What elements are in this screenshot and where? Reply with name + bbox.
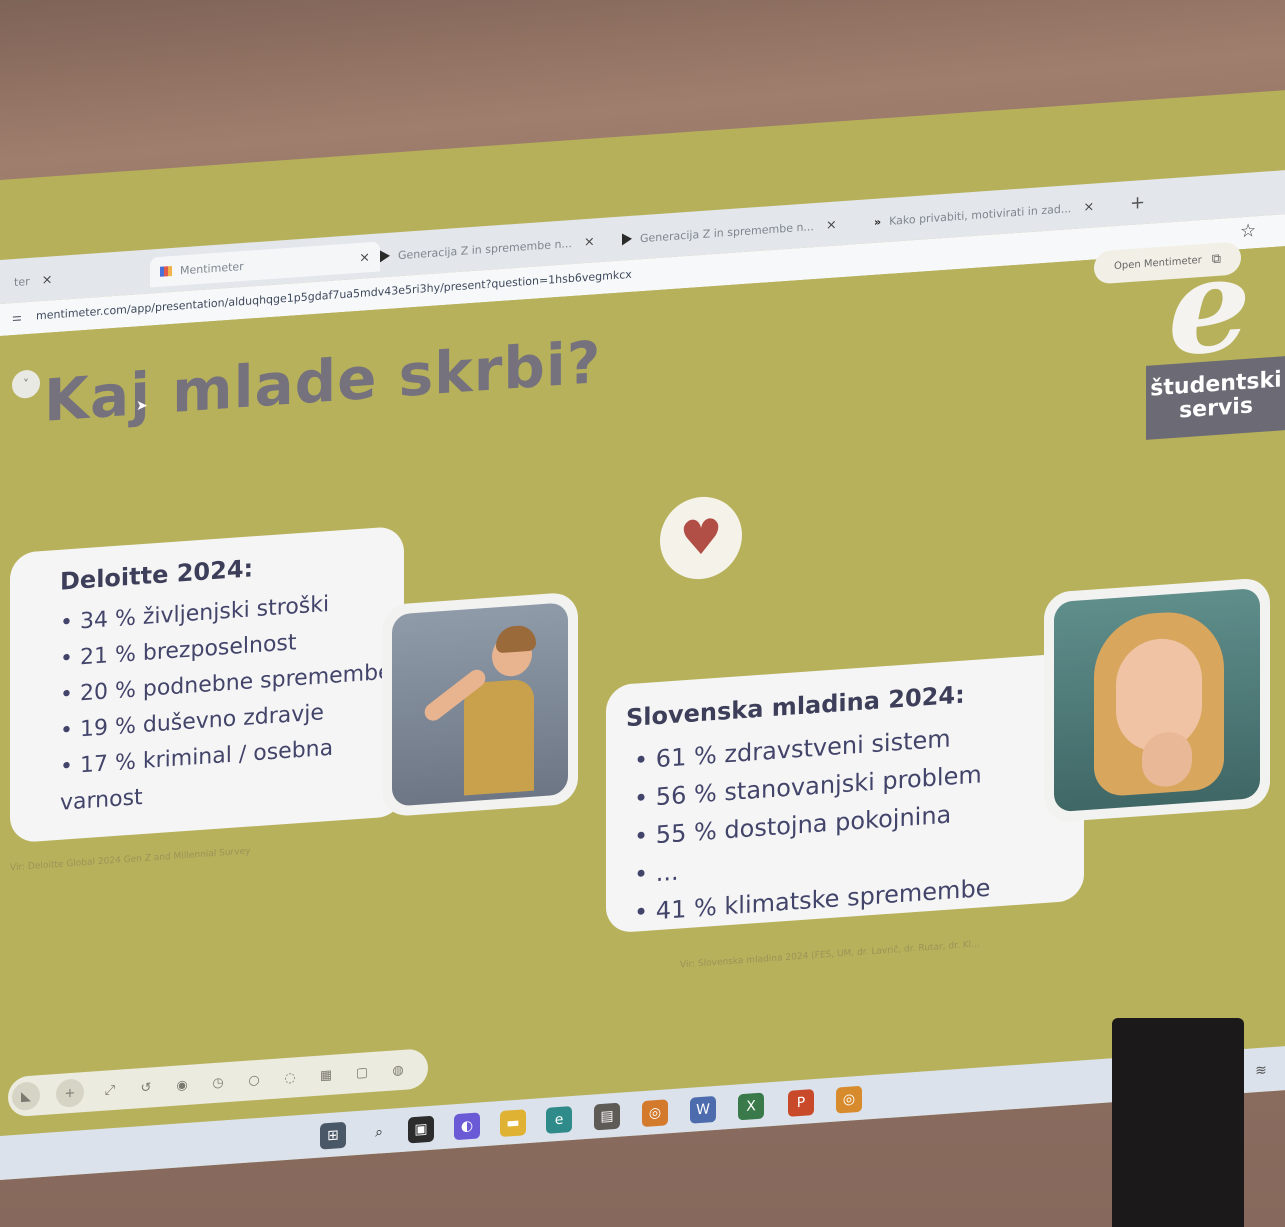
slide: ˅ Kaj mlade skrbi? Open Mentimeter ⧉ e š… <box>0 227 1285 1136</box>
edge-icon[interactable]: e <box>546 1106 572 1134</box>
slide-title: Kaj mlade skrbi? <box>44 327 602 435</box>
site-settings-icon[interactable]: ⚌ <box>12 310 22 324</box>
close-icon[interactable]: × <box>42 272 53 288</box>
tab-label: Generacija Z in spremembe n... <box>398 236 572 262</box>
logo-box: študentski servis <box>1146 356 1285 440</box>
photo-thinking-woman <box>1044 577 1270 823</box>
mentimeter-menu-icon[interactable]: ◣ <box>12 1081 40 1112</box>
source-note-1: Vir: Deloitte Global 2024 Gen Z and Mill… <box>10 846 251 874</box>
close-icon[interactable]: × <box>1083 199 1094 215</box>
tab-label: Generacija Z in spremembe n... <box>640 219 814 245</box>
play-icon <box>622 232 632 246</box>
qa-icon[interactable]: ○ <box>244 1070 264 1091</box>
collapse-button[interactable]: ˅ <box>12 369 40 400</box>
fullscreen-icon[interactable]: ⤢ <box>100 1080 120 1101</box>
photo-image <box>392 602 568 807</box>
mladina-list: 61 % zdravstveni sistem 56 % stanovanjsk… <box>634 717 991 932</box>
play-icon <box>380 249 390 263</box>
heart-icon: ♥ <box>679 508 723 568</box>
mouse-cursor-icon: ➤ <box>136 398 148 414</box>
presentation-toolbar: ◣ + ⤢ ↺ ◉ ◷ ○ ◌ ▦ ▢ ◍ <box>8 1048 428 1118</box>
close-icon[interactable]: × <box>359 250 370 266</box>
mentimeter-icon <box>160 265 172 277</box>
grid-icon[interactable]: ▦ <box>316 1065 336 1086</box>
figure-body <box>464 678 534 796</box>
deloitte-card: Deloitte 2024: 34 % življenjski stroški … <box>10 525 404 844</box>
tab-1[interactable]: ter × <box>4 264 63 298</box>
figure-hair <box>496 624 536 654</box>
source-note-2: Vir: Slovenska mladina 2024 (FES, UM, dr… <box>680 939 980 971</box>
photo-shouting-woman <box>382 591 578 818</box>
card-title: Deloitte 2024: <box>60 554 254 596</box>
store-icon[interactable]: ▤ <box>594 1102 620 1131</box>
close-icon[interactable]: × <box>826 217 837 233</box>
tab-label: Kako privabiti, motivirati in zad... <box>889 201 1072 228</box>
chevron-double-icon: » <box>874 214 882 229</box>
slovenska-mladina-card: Slovenska mladina 2024: 61 % zdravstveni… <box>606 652 1084 934</box>
wifi-icon[interactable]: ≋ <box>1248 1057 1274 1085</box>
hide-results-icon[interactable]: ◉ <box>172 1075 192 1096</box>
search-icon[interactable]: ⌕ <box>366 1119 392 1147</box>
new-tab-button[interactable]: + <box>1130 192 1145 214</box>
photo-image <box>1054 587 1260 813</box>
chat-icon[interactable]: ◐ <box>454 1112 480 1141</box>
excel-icon[interactable]: X <box>738 1092 764 1121</box>
deloitte-list: 34 % življenjski stroški 21 % brezposeln… <box>60 582 404 822</box>
tab-label: Mentimeter <box>180 259 244 277</box>
speaker-object <box>1112 1018 1244 1227</box>
projected-screen: ter × Mentimeter × Generacija Z in sprem… <box>0 90 1285 1180</box>
heart-badge: ♥ <box>660 494 742 582</box>
close-icon[interactable]: × <box>584 234 595 250</box>
add-icon[interactable]: + <box>56 1078 84 1109</box>
reset-icon[interactable]: ↺ <box>136 1077 156 1098</box>
powerpoint-icon[interactable]: P <box>788 1089 814 1117</box>
start-icon[interactable]: ⊞ <box>320 1121 346 1150</box>
word-icon[interactable]: W <box>690 1095 716 1124</box>
lock-icon[interactable]: ▢ <box>352 1062 372 1083</box>
file-explorer-icon[interactable]: ▬ <box>500 1109 526 1138</box>
chrome-active-icon[interactable]: ◎ <box>836 1085 862 1114</box>
settings-icon[interactable]: ◍ <box>388 1059 408 1080</box>
chevron-down-icon: ˅ <box>23 376 29 392</box>
comments-icon[interactable]: ◌ <box>280 1067 300 1088</box>
timer-icon[interactable]: ◷ <box>208 1072 228 1093</box>
chrome-icon[interactable]: ◎ <box>642 1099 668 1128</box>
task-view-icon[interactable]: ▣ <box>408 1115 434 1144</box>
tab-label: ter <box>14 274 30 289</box>
logo-letter: e <box>1168 226 1251 386</box>
